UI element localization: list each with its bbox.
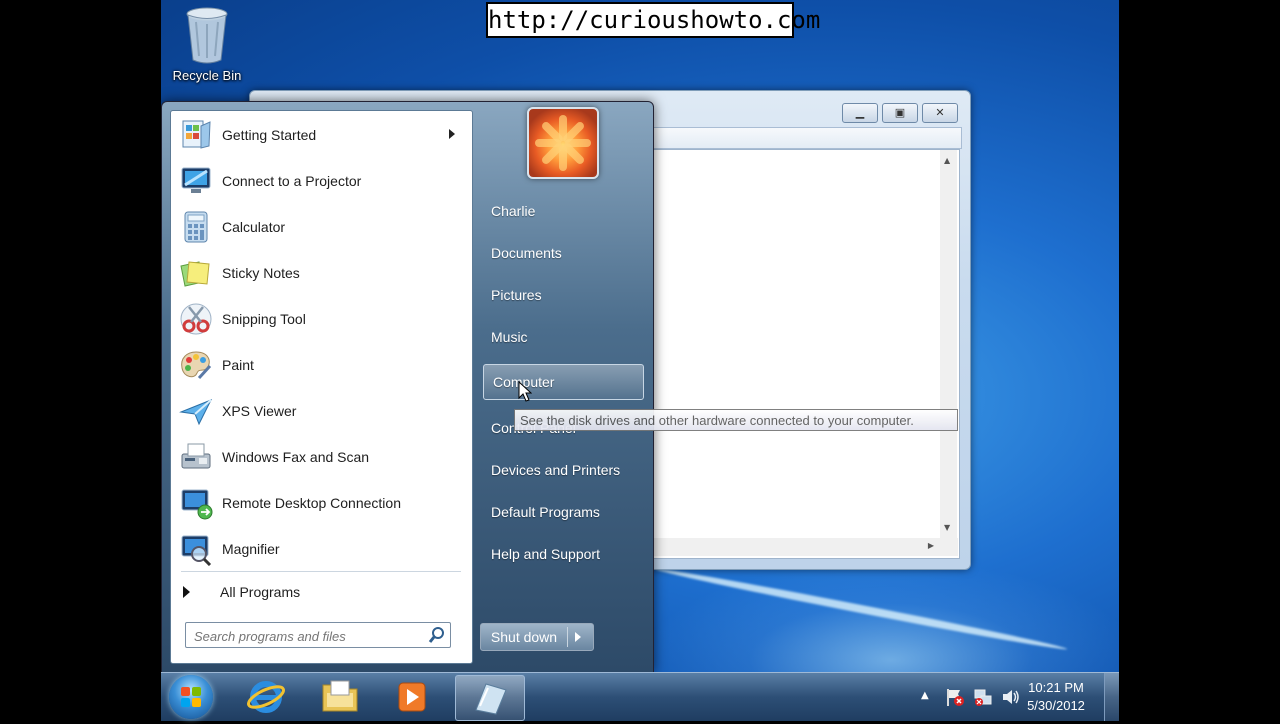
clock-time: 10:21 PM: [1028, 680, 1084, 695]
remote-desktop-icon: [181, 489, 213, 520]
getting-started-icon: [182, 120, 211, 149]
program-remote-desktop-connection[interactable]: Remote Desktop Connection: [175, 481, 465, 525]
program-sticky-notes[interactable]: Sticky Notes: [175, 251, 465, 295]
shutdown-divider: [567, 627, 568, 647]
projector-icon: [181, 167, 211, 193]
user-avatar[interactable]: [527, 107, 599, 179]
maximize-icon: ▣: [894, 106, 906, 119]
minimize-button[interactable]: ▁: [842, 103, 878, 123]
clock-date: 5/30/2012: [1027, 698, 1085, 713]
taskbar-internet-explorer[interactable]: [235, 675, 297, 719]
start-button[interactable]: [169, 675, 213, 719]
program-label: Remote Desktop Connection: [222, 495, 401, 511]
right-item-user[interactable]: Charlie: [482, 193, 653, 229]
programs-separator: [181, 571, 461, 572]
scroll-up-icon[interactable]: ▲: [944, 156, 950, 165]
program-xps-viewer[interactable]: XPS Viewer: [175, 389, 465, 433]
program-magnifier[interactable]: Magnifier: [175, 527, 465, 571]
program-label: Paint: [222, 357, 254, 373]
tooltip: See the disk drives and other hardware c…: [514, 409, 958, 431]
windows-explorer-icon: [322, 680, 358, 712]
close-icon: ✕: [935, 106, 945, 119]
right-item-help-and-support[interactable]: Help and Support: [482, 536, 653, 572]
program-getting-started[interactable]: Getting Started: [175, 113, 465, 157]
volume-icon[interactable]: [1001, 687, 1021, 707]
network-icon[interactable]: [973, 687, 993, 707]
taskbar: ▲ 10:21 PM 5/30/2012: [161, 672, 1119, 721]
expand-arrow-icon: [183, 586, 190, 598]
taskbar-open-window[interactable]: [455, 675, 525, 721]
media-player-icon: [398, 682, 426, 712]
scroll-right-icon[interactable]: ▶: [928, 541, 934, 550]
program-connect-to-a-projector[interactable]: Connect to a Projector: [175, 159, 465, 203]
vertical-scrollbar[interactable]: ▲ ▼: [940, 150, 957, 538]
horizontal-scrollbar[interactable]: ▶: [652, 538, 958, 556]
recycle-bin[interactable]: Recycle Bin: [168, 6, 246, 92]
right-item-default-programs[interactable]: Default Programs: [482, 494, 653, 530]
shutdown-options-arrow-icon[interactable]: [575, 632, 581, 642]
all-programs-item[interactable]: All Programs: [175, 577, 465, 607]
program-label: Sticky Notes: [222, 265, 300, 281]
minimize-icon: ▁: [855, 106, 865, 119]
action-center-flag-icon[interactable]: [945, 687, 965, 707]
right-item-music[interactable]: Music: [482, 319, 653, 355]
xps-viewer-icon: [179, 399, 213, 426]
shutdown-button-group: Shut down: [480, 623, 594, 651]
internet-explorer-icon: [247, 681, 285, 713]
start-search-box[interactable]: [185, 622, 451, 648]
program-label: Snipping Tool: [222, 311, 306, 327]
program-label: Windows Fax and Scan: [222, 449, 370, 465]
magnifier-icon: [181, 535, 212, 566]
program-label: Magnifier: [222, 541, 280, 557]
shutdown-button[interactable]: Shut down: [481, 624, 567, 650]
mouse-cursor-icon: [518, 381, 532, 402]
paint-palette-icon: [181, 351, 212, 380]
fax-icon: [181, 443, 211, 469]
url-banner: http://curioushowto.com: [486, 2, 820, 38]
maximize-button[interactable]: ▣: [882, 103, 918, 123]
recycle-bin-icon: [186, 7, 228, 64]
show-desktop-button[interactable]: [1104, 673, 1119, 721]
right-item-devices-and-printers[interactable]: Devices and Printers: [482, 452, 653, 488]
scroll-down-icon[interactable]: ▼: [944, 523, 950, 532]
clock[interactable]: 10:21 PM 5/30/2012: [1021, 679, 1091, 715]
system-tray: ▲ 10:21 PM 5/30/2012: [889, 673, 1119, 721]
all-programs-label: All Programs: [220, 584, 301, 600]
search-input[interactable]: [192, 625, 424, 647]
right-item-pictures[interactable]: Pictures: [482, 277, 653, 313]
program-paint[interactable]: Paint: [175, 343, 465, 387]
program-snipping-tool[interactable]: Snipping Tool: [175, 297, 465, 341]
close-button[interactable]: ✕: [922, 103, 958, 123]
start-menu: Getting Started Connect to a Projector C…: [161, 101, 654, 673]
taskbar-media-player[interactable]: [381, 675, 443, 719]
right-item-computer[interactable]: Computer: [483, 364, 644, 400]
search-icon[interactable]: [428, 626, 446, 644]
show-hidden-icons-arrow[interactable]: ▲: [921, 690, 929, 701]
sticky-notes-icon: [180, 261, 210, 287]
recycle-bin-label: Recycle Bin: [172, 68, 242, 83]
start-menu-programs-pane: Getting Started Connect to a Projector C…: [170, 110, 473, 664]
program-label: Calculator: [222, 219, 286, 235]
open-window-icon: [475, 683, 507, 715]
program-label: Getting Started: [222, 127, 317, 143]
program-label: XPS Viewer: [222, 403, 297, 419]
program-calculator[interactable]: Calculator: [175, 205, 465, 249]
calculator-icon: [184, 211, 208, 243]
program-label: Connect to a Projector: [222, 173, 362, 189]
taskbar-windows-explorer[interactable]: [309, 675, 371, 719]
submenu-arrow-icon[interactable]: [449, 129, 455, 139]
right-item-documents[interactable]: Documents: [482, 235, 653, 271]
program-windows-fax-and-scan[interactable]: Windows Fax and Scan: [175, 435, 465, 479]
scissors-icon: [180, 303, 212, 335]
